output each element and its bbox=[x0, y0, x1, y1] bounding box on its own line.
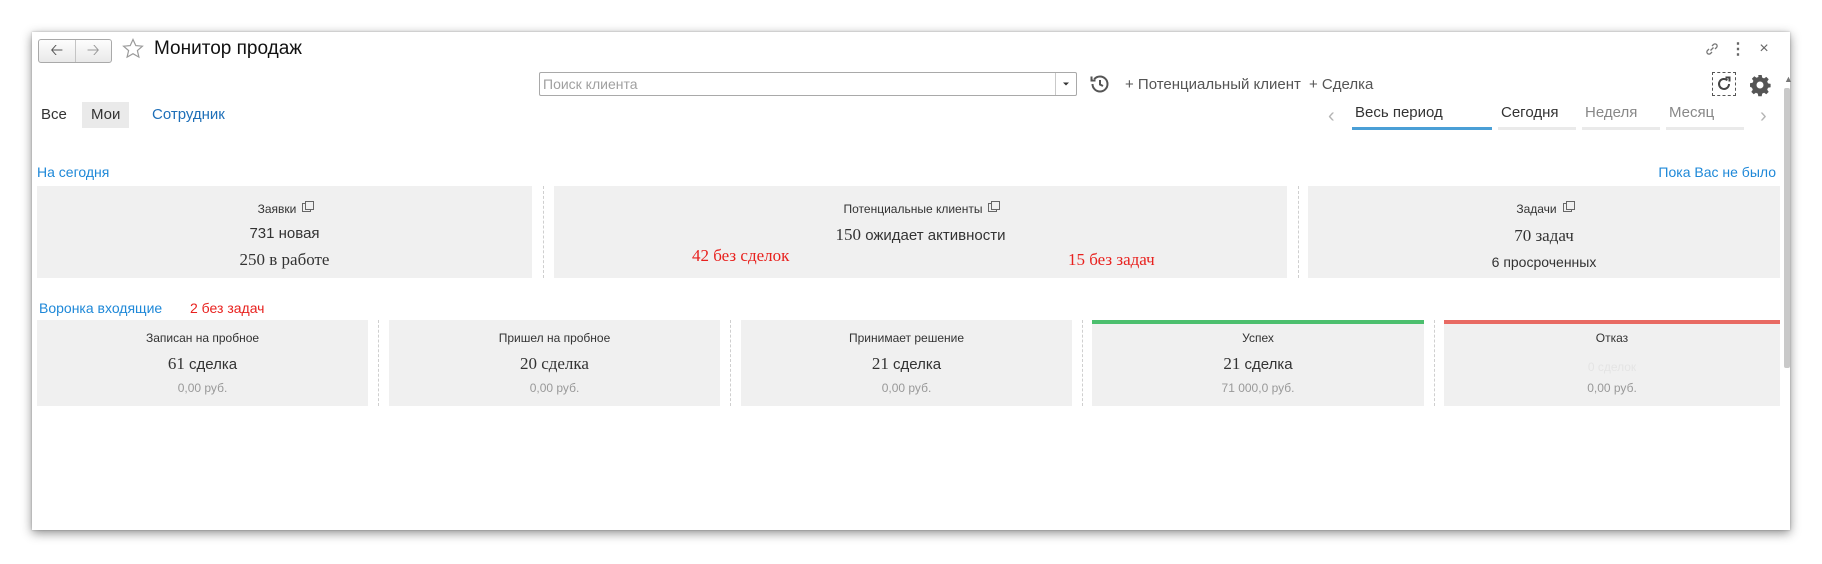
stage-sum: 0,00 руб. bbox=[1587, 381, 1637, 395]
funnel-stage-card[interactable]: Записан на пробное 61 сделка 0,00 руб. bbox=[37, 320, 368, 406]
search-dropdown-button[interactable] bbox=[1055, 73, 1076, 95]
sales-monitor-window: 🡠 🡢 Монитор продаж ⋮ × + Потенциальный к… bbox=[32, 32, 1793, 530]
stage-deal-count[interactable]: 21 сделка bbox=[741, 354, 1072, 374]
gear-icon[interactable] bbox=[1748, 73, 1772, 97]
requests-card[interactable]: Заявки 731 новая 250 в работе bbox=[37, 186, 532, 278]
stage-sum: 0,00 руб. bbox=[881, 381, 932, 395]
add-lead-link[interactable]: + Потенциальный клиент bbox=[1125, 76, 1301, 93]
tab-all[interactable]: Все bbox=[32, 102, 76, 128]
client-search-field[interactable] bbox=[539, 72, 1077, 96]
funnel-heading[interactable]: Воронка входящие bbox=[39, 300, 162, 316]
scroll-up-arrow[interactable]: ▲ bbox=[1784, 74, 1793, 84]
divider bbox=[1434, 320, 1435, 406]
refresh-button[interactable] bbox=[1712, 72, 1736, 96]
funnel-no-tasks[interactable]: 2 без задач bbox=[190, 300, 264, 316]
stage-deal-count[interactable]: 20 сделка bbox=[389, 354, 720, 374]
link-icon[interactable] bbox=[1704, 41, 1720, 57]
period-all-time[interactable]: Весь период bbox=[1352, 104, 1492, 130]
chevron-right-icon[interactable]: › bbox=[1760, 105, 1767, 128]
stage-deal-count[interactable]: 21 сделка bbox=[1092, 354, 1424, 374]
stage-title: Принимает решение bbox=[848, 331, 964, 345]
requests-in-work[interactable]: 250 в работе bbox=[37, 250, 532, 270]
nav-buttons: 🡠 🡢 bbox=[38, 39, 112, 63]
stage-deal-count[interactable]: 61 сделка bbox=[37, 354, 368, 374]
tab-mine[interactable]: Мои bbox=[82, 102, 130, 128]
funnel-stage-card-fail[interactable]: Отказ 0 сделок 0,00 руб. bbox=[1444, 320, 1780, 406]
stage-title: Успех bbox=[1242, 331, 1274, 345]
divider bbox=[378, 320, 379, 406]
forward-button[interactable]: 🡢 bbox=[74, 40, 112, 62]
divider bbox=[1298, 186, 1299, 278]
tasks-title: Задачи bbox=[1516, 202, 1557, 216]
back-arrow-icon: 🡠 bbox=[50, 42, 64, 59]
stage-sum: 71 000,0 руб. bbox=[1221, 381, 1295, 395]
stage-sum: 0,00 руб. bbox=[177, 381, 228, 395]
stage-sum: 0,00 руб. bbox=[529, 381, 580, 395]
forward-arrow-icon: 🡢 bbox=[86, 42, 100, 59]
divider bbox=[730, 320, 731, 406]
leads-no-tasks[interactable]: 15 без задач bbox=[1068, 250, 1155, 270]
divider bbox=[543, 186, 544, 278]
divider bbox=[1082, 320, 1083, 406]
search-input[interactable] bbox=[540, 73, 1055, 95]
add-deal-link[interactable]: + Сделка bbox=[1309, 76, 1373, 93]
since-last-visit-link[interactable]: Пока Вас не было bbox=[1658, 164, 1776, 180]
funnel-stage-card[interactable]: Пришел на пробное 20 сделка 0,00 руб. bbox=[389, 320, 720, 406]
requests-new-count[interactable]: 731 новая bbox=[37, 225, 532, 242]
more-icon[interactable]: ⋮ bbox=[1729, 40, 1747, 58]
open-external-icon[interactable] bbox=[302, 201, 315, 212]
close-icon[interactable]: × bbox=[1755, 40, 1773, 58]
leads-card[interactable]: Потенциальные клиенты 150 ожидает активн… bbox=[554, 186, 1287, 278]
vertical-scrollbar[interactable] bbox=[1784, 88, 1790, 368]
leads-no-deals[interactable]: 42 без сделок bbox=[692, 246, 789, 266]
chevron-left-icon[interactable]: ‹ bbox=[1328, 105, 1335, 128]
tasks-count[interactable]: 70 задач bbox=[1308, 226, 1780, 246]
dropdown-arrow-icon bbox=[1063, 82, 1069, 86]
open-external-icon[interactable] bbox=[1562, 201, 1575, 212]
star-icon[interactable] bbox=[121, 37, 145, 61]
stage-title: Пришел на пробное bbox=[498, 331, 611, 345]
success-status-bar bbox=[1092, 320, 1424, 324]
stage-title: Отказ bbox=[1595, 331, 1629, 345]
funnel-stage-card[interactable]: Принимает решение 21 сделка 0,00 руб. bbox=[741, 320, 1072, 406]
period-month[interactable]: Месяц bbox=[1666, 104, 1744, 130]
tasks-overdue[interactable]: 6 просроченных bbox=[1308, 254, 1780, 270]
stage-title: Записан на пробное bbox=[145, 331, 260, 345]
stage-deal-count[interactable]: 0 сделок bbox=[1444, 360, 1780, 374]
back-button[interactable]: 🡠 bbox=[39, 40, 75, 62]
period-today[interactable]: Сегодня bbox=[1498, 104, 1576, 130]
leads-title: Потенциальные клиенты bbox=[843, 202, 983, 216]
fail-status-bar bbox=[1444, 320, 1780, 324]
tasks-card[interactable]: Задачи 70 задач 6 просроченных bbox=[1308, 186, 1780, 278]
funnel-stage-card-success[interactable]: Успех 21 сделка 71 000,0 руб. bbox=[1092, 320, 1424, 406]
leads-waiting-count[interactable]: 150 ожидает активности bbox=[554, 225, 1287, 245]
open-external-icon[interactable] bbox=[988, 201, 1001, 212]
requests-title: Заявки bbox=[257, 202, 297, 216]
tab-employee[interactable]: Сотрудник bbox=[143, 102, 234, 128]
history-icon[interactable] bbox=[1088, 72, 1112, 96]
refresh-icon bbox=[1718, 76, 1731, 90]
today-heading[interactable]: На сегодня bbox=[37, 164, 109, 180]
period-week[interactable]: Неделя bbox=[1582, 104, 1660, 130]
page-title: Монитор продаж bbox=[154, 38, 302, 59]
